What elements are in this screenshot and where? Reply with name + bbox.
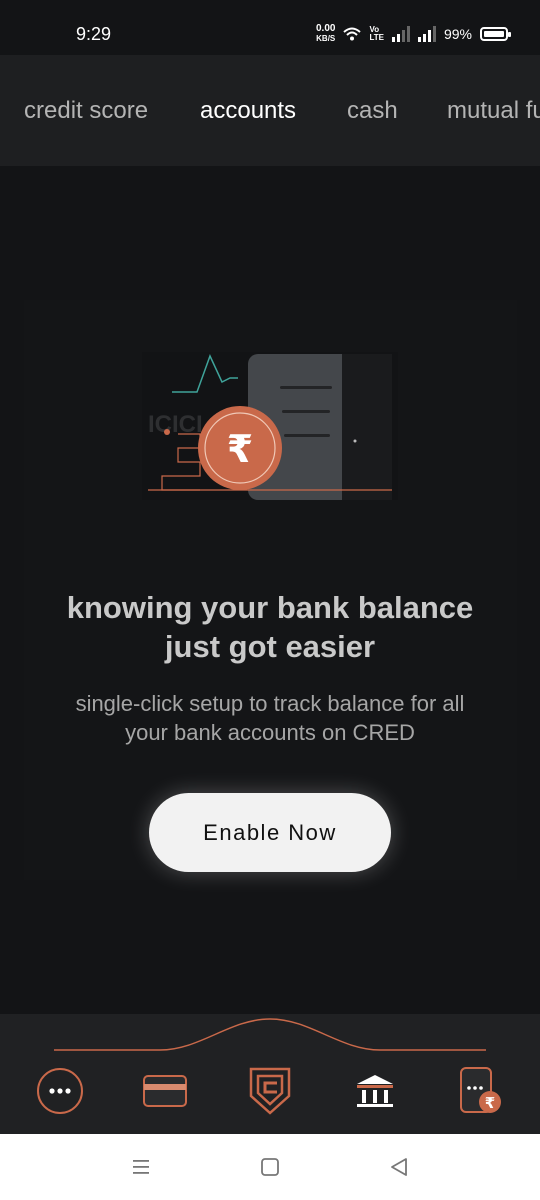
home-icon <box>261 1158 279 1176</box>
nav-bank[interactable] <box>350 1066 400 1116</box>
tab-credit-score[interactable]: credit score <box>24 97 148 125</box>
card-icon <box>143 1075 187 1107</box>
bank-icon <box>357 1075 393 1107</box>
headline: knowing your bank balance just got easie… <box>66 590 474 664</box>
system-nav-bar <box>0 1134 540 1200</box>
home-button[interactable] <box>257 1154 283 1180</box>
bank-balance-illustration: ICICI ₹ <box>142 352 398 500</box>
signal-icon <box>391 26 410 42</box>
nav-pay[interactable]: ₹ <box>455 1066 505 1116</box>
status-bar: 9:29 0.00 KB/S Vo LTE 99% <box>0 0 540 55</box>
tab-cash[interactable]: cash <box>347 97 398 125</box>
status-icons: 0.00 KB/S Vo LTE 99% <box>315 23 511 44</box>
volte-indicator: Vo LTE <box>369 25 384 42</box>
wifi-icon <box>343 27 362 41</box>
nav-indicator-curve <box>54 1018 486 1051</box>
category-tabs: credit score accounts cash mutual fu <box>0 55 540 166</box>
signal-icon-sim2 <box>417 26 436 42</box>
rupee-icon: ₹ <box>227 427 253 471</box>
bottom-nav: ₹ <box>0 1014 540 1134</box>
svg-text:₹: ₹ <box>485 1094 495 1112</box>
status-time: 9:29 <box>76 24 112 44</box>
recents-icon <box>133 1160 149 1174</box>
nav-more[interactable] <box>35 1066 85 1116</box>
tab-accounts[interactable]: accounts <box>200 97 296 125</box>
tab-mutual-funds[interactable]: mutual fu <box>447 97 540 125</box>
more-dots-icon <box>37 1068 83 1114</box>
battery-percent: 99% <box>443 26 472 42</box>
back-button[interactable] <box>386 1154 412 1180</box>
enable-now-button[interactable]: Enable Now <box>149 793 391 872</box>
network-speed: 0.00 KB/S <box>315 23 336 44</box>
recents-button[interactable] <box>128 1154 154 1180</box>
back-icon <box>391 1158 407 1176</box>
app-screen: 9:29 0.00 KB/S Vo LTE 99% credit score a… <box>0 0 540 1200</box>
battery-icon <box>480 27 511 41</box>
phone-rupee-icon: ₹ <box>460 1067 501 1113</box>
cred-logo-icon <box>249 1067 291 1115</box>
nav-cards[interactable] <box>140 1066 190 1116</box>
nav-cred-home[interactable] <box>245 1066 295 1116</box>
subline: single-click setup to track balance for … <box>75 691 465 745</box>
